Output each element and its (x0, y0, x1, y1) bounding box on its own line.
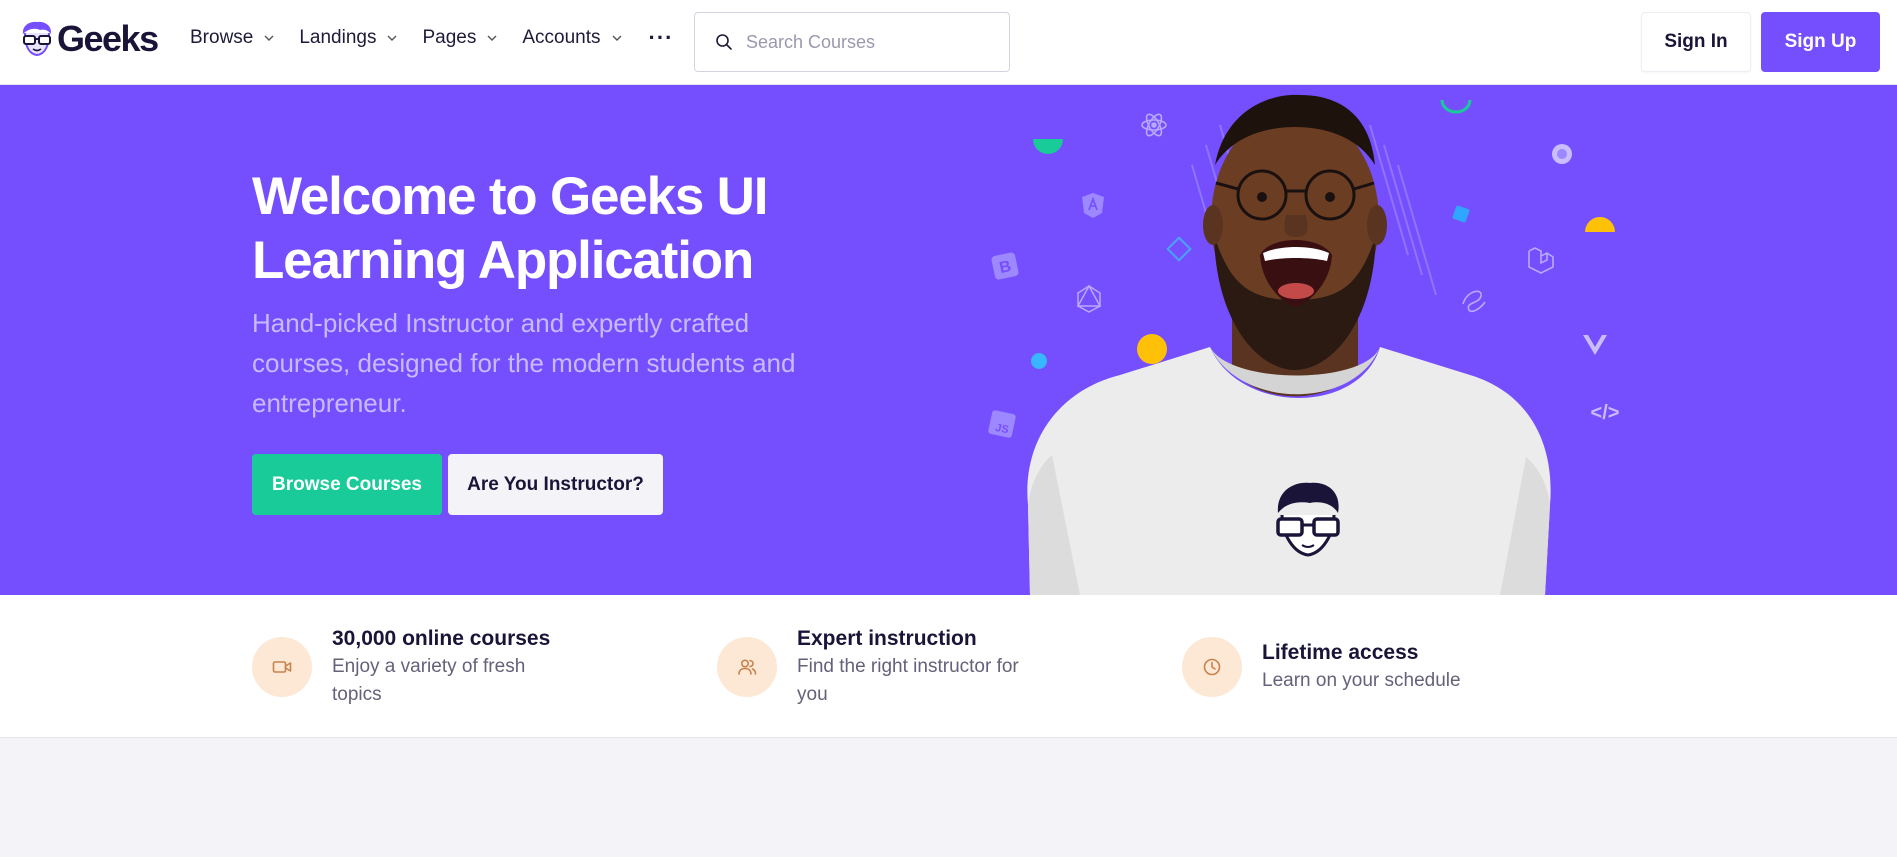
hero-illustration: B JS </> (988, 94, 1620, 595)
nav-item-label: Accounts (522, 27, 601, 48)
video-icon (272, 660, 292, 673)
green-arc-shape (1440, 99, 1472, 114)
hero-title: Welcome to Geeks UI Learning Application (252, 167, 768, 290)
chevron-down-icon (612, 35, 622, 41)
clock-icon (1203, 658, 1221, 675)
nav-item-browse[interactable]: Browse (190, 27, 275, 49)
feature-icon-wrap (717, 636, 777, 697)
feature-title: Lifetime access (1262, 640, 1419, 664)
feature-title: 30,000 online courses (332, 626, 551, 650)
more-menu-button[interactable]: ··· (649, 27, 674, 49)
laravel-icon (1528, 247, 1554, 274)
feature-description: Learn on your schedule (1262, 669, 1461, 691)
nav-item-label: Landings (299, 27, 377, 48)
hero-subtitle: Hand-picked Instructor and expertly craf… (252, 308, 796, 418)
cyan-square-shape (1452, 205, 1470, 223)
feature-icon-wrap (1182, 636, 1242, 697)
vue-icon (1583, 335, 1607, 355)
github-icon (1552, 144, 1572, 164)
yellow-half-circle-shape (1585, 217, 1615, 232)
brand-name: Geeks (57, 18, 159, 59)
js-icon: JS (988, 410, 1016, 438)
search-input[interactable] (746, 31, 996, 53)
hero-section: Welcome to Geeks UI Learning Application… (0, 85, 1897, 595)
angular-icon (1082, 193, 1104, 218)
feature-expert-instruction: Expert instruction Find the right instru… (717, 595, 1027, 738)
features-strip: 30,000 online courses Enjoy a variety of… (0, 595, 1897, 738)
feature-text: 30,000 online courses Enjoy a variety of… (332, 625, 562, 709)
graphql-icon (1076, 284, 1102, 313)
yellow-dot-shape (1137, 334, 1167, 364)
nav-item-pages[interactable]: Pages (422, 27, 498, 49)
chevron-down-icon (264, 35, 274, 41)
react-icon (1141, 113, 1167, 137)
main-nav: Browse Landings Pages Accounts ··· (190, 27, 674, 49)
browse-courses-button[interactable]: Browse Courses (252, 454, 442, 515)
nav-item-label: Browse (190, 27, 254, 48)
blue-diamond-shape (1166, 236, 1192, 262)
users-icon (738, 658, 757, 675)
nav-item-label: Pages (422, 27, 477, 48)
bootstrap-icon: B (991, 252, 1019, 280)
feature-text: Expert instruction Find the right instru… (797, 625, 1027, 709)
blue-dot-shape (1031, 353, 1047, 369)
nav-item-accounts[interactable]: Accounts (522, 27, 622, 49)
green-half-circle-shape (1033, 139, 1063, 154)
brand-logo-link[interactable]: Geeks (19, 18, 159, 59)
chevron-down-icon (487, 35, 497, 41)
top-navbar: Geeks Browse Landings Pages Accounts ···… (0, 0, 1897, 85)
feature-icon-wrap (252, 636, 312, 697)
sign-up-button[interactable]: Sign Up (1761, 12, 1880, 72)
code-tag-icon: </> (1591, 402, 1620, 424)
sign-in-button[interactable]: Sign In (1641, 12, 1751, 72)
feature-description: Enjoy a variety of fresh topics (332, 655, 526, 705)
feature-lifetime-access: Lifetime access Learn on your schedule (1182, 595, 1492, 738)
geeks-logo-icon (22, 21, 52, 57)
nav-item-landings[interactable]: Landings (299, 27, 398, 49)
feature-text: Lifetime access Learn on your schedule (1262, 639, 1492, 695)
sass-icon (1462, 290, 1486, 313)
search-box (694, 12, 1010, 72)
chevron-down-icon (387, 35, 397, 41)
feature-title: Expert instruction (797, 626, 977, 650)
feature-description: Find the right instructor for you (797, 655, 1019, 705)
search-icon (716, 34, 732, 50)
instructor-photo (1027, 94, 1551, 595)
instructor-button[interactable]: Are You Instructor? (448, 454, 663, 515)
feature-online-courses: 30,000 online courses Enjoy a variety of… (252, 595, 562, 738)
